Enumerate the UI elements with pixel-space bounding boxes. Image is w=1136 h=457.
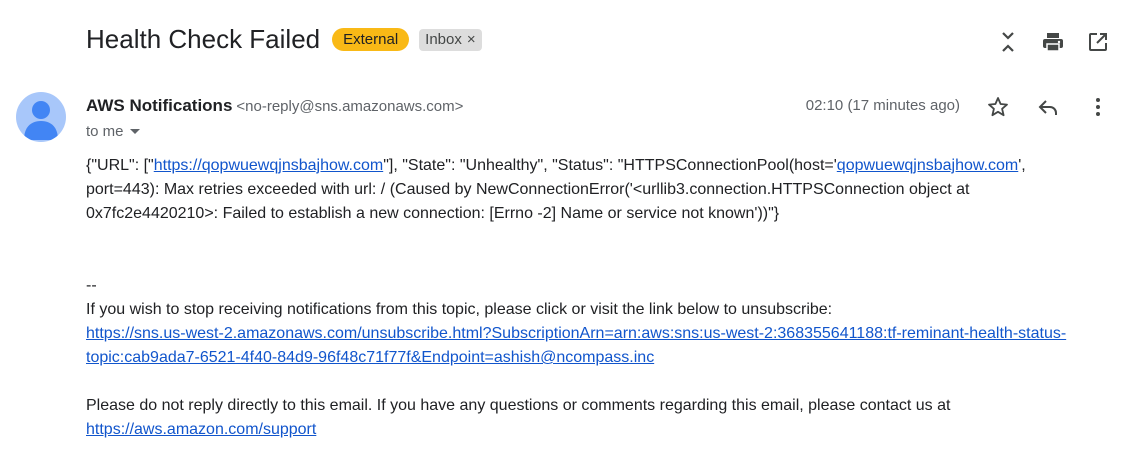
print-icon[interactable]: [1039, 28, 1067, 56]
star-icon[interactable]: [984, 93, 1012, 121]
sender-email: <no-reply@sns.amazonaws.com>: [236, 98, 464, 115]
body-text: "], "State": "Unhealthy", "Status": "HTT…: [383, 157, 837, 174]
url-link[interactable]: https://qopwuewqjnsbajhow.com: [154, 157, 383, 174]
signature-separator: --: [86, 277, 97, 294]
email-subject: Health Check Failed: [86, 24, 321, 54]
host-link[interactable]: qopwuewqjnsbajhow.com: [837, 157, 1018, 174]
sender-line: AWS Notifications <no-reply@sns.amazonaw…: [86, 96, 463, 116]
recipient-text: to me: [86, 123, 124, 140]
recipient-details-toggle[interactable]: to me: [86, 123, 140, 140]
remove-label-button[interactable]: ×: [467, 31, 476, 48]
open-in-new-icon[interactable]: [1084, 28, 1112, 56]
external-label: External: [332, 28, 410, 51]
thread-actions: [977, 28, 1112, 56]
notification-json: {"URL": ["https://qopwuewqjnsbajhow.com"…: [86, 154, 1096, 226]
caret-down-icon: [129, 129, 140, 134]
inbox-label[interactable]: Inbox ×: [419, 28, 482, 51]
subject-row: Health Check Failed External Inbox ×: [86, 24, 482, 55]
unsubscribe-text: If you wish to stop receiving notificati…: [86, 301, 833, 318]
support-link[interactable]: https://aws.amazon.com/support: [86, 421, 316, 438]
more-vert-icon[interactable]: [1084, 93, 1112, 121]
message-body: {"URL": ["https://qopwuewqjnsbajhow.com"…: [86, 154, 1096, 442]
sender-name[interactable]: AWS Notifications: [86, 96, 232, 116]
message-actions: [962, 93, 1112, 121]
unsubscribe-link[interactable]: https://sns.us-west-2.amazonaws.com/unsu…: [86, 325, 1066, 366]
body-text: {"URL": [": [86, 157, 154, 174]
expand-collapse-icon[interactable]: [994, 28, 1022, 56]
message-timestamp: 02:10 (17 minutes ago): [805, 97, 960, 114]
avatar[interactable]: [16, 92, 66, 142]
avatar-person-icon: [24, 101, 58, 140]
do-not-reply-text: Please do not reply directly to this ema…: [86, 397, 951, 414]
inbox-label-text: Inbox: [425, 30, 462, 48]
reply-icon[interactable]: [1034, 93, 1062, 121]
